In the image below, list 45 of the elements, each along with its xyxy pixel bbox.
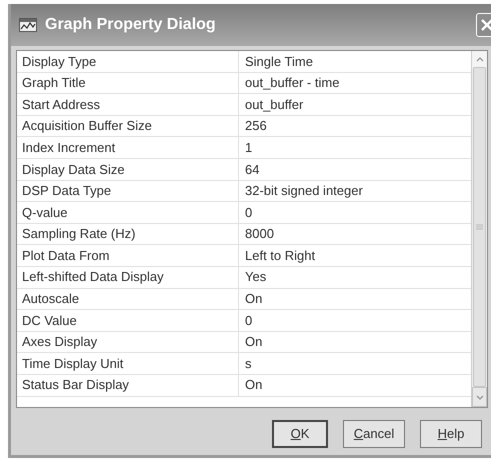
property-value[interactable]: 256 [239, 116, 472, 136]
property-name: Autoscale [17, 288, 239, 310]
property-name: Sampling Rate (Hz) [17, 224, 239, 244]
dialog-button[interactable]: Cancel [343, 420, 405, 448]
close-icon [481, 19, 491, 31]
property-name: Graph Title [17, 72, 239, 94]
property-name: Plot Data From [17, 245, 239, 266]
property-name: Acquisition Buffer Size [17, 116, 239, 136]
property-name: Start Address [17, 94, 239, 115]
property-name: DC Value [17, 310, 239, 331]
property-value[interactable]: Single Time [239, 51, 472, 72]
property-value[interactable]: 0 [239, 310, 472, 331]
scroll-down-button[interactable] [472, 387, 487, 407]
property-name: DSP Data Type [17, 180, 239, 202]
property-name: Display Data Size [17, 158, 239, 180]
property-name: Time Display Unit [17, 353, 239, 374]
property-value[interactable]: On [239, 374, 472, 396]
property-value[interactable]: 8000 [239, 224, 472, 244]
property-value[interactable]: Left to Right [239, 245, 472, 266]
scroll-thumb[interactable] [473, 67, 486, 387]
window-title: Graph Property Dialog [45, 15, 216, 35]
property-value[interactable]: 32-bit signed integer [239, 180, 472, 202]
scrollbar[interactable] [471, 51, 487, 407]
property-name: Display Type [17, 51, 239, 72]
property-value[interactable]: out_buffer - time [239, 72, 472, 94]
grip-icon [476, 224, 484, 230]
property-value[interactable]: out_buffer [239, 94, 472, 115]
property-value[interactable]: 0 [239, 202, 472, 223]
property-value[interactable]: On [239, 288, 472, 310]
property-value[interactable]: On [239, 332, 472, 352]
property-name: Axes Display [17, 332, 239, 352]
property-name: Index Increment [17, 137, 239, 158]
up-caret-icon [476, 56, 484, 62]
property-name: Left-shifted Data Display [17, 266, 239, 288]
property-value[interactable]: 64 [239, 158, 472, 180]
property-value[interactable]: s [239, 353, 472, 374]
property-name: Q-value [17, 202, 239, 223]
scroll-up-button[interactable] [472, 51, 487, 67]
down-caret-icon [476, 394, 484, 400]
graph-icon [19, 18, 37, 32]
property-name: Status Bar Display [17, 374, 239, 396]
property-value[interactable]: 1 [239, 137, 472, 158]
dialog-button[interactable]: OK [272, 420, 328, 448]
property-value[interactable]: Yes [239, 266, 472, 288]
dialog-button[interactable]: Help [420, 420, 482, 448]
